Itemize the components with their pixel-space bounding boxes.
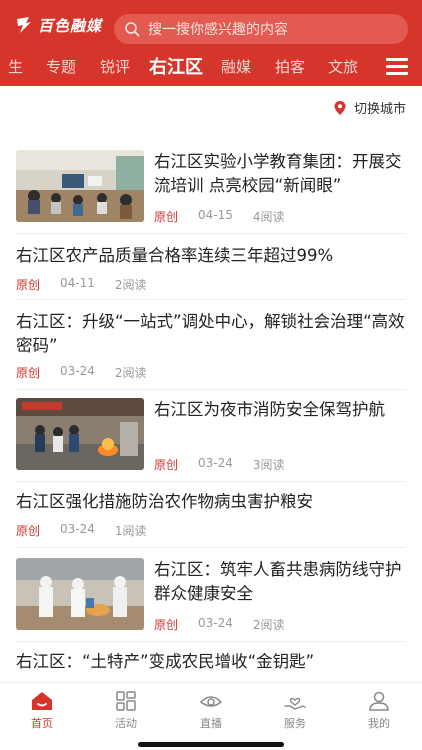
menu-icon[interactable] xyxy=(386,58,408,78)
city-switch-label: 切换城市 xyxy=(353,102,406,117)
news-item[interactable]: 右江区农产品质量合格率连续三年超过99% 原创 04-11 2阅读 xyxy=(16,238,406,300)
news-thumbnail xyxy=(16,150,144,222)
search-icon xyxy=(125,22,140,37)
news-title: 右江区：“土特产”变成农民增收“金钥匙” xyxy=(16,652,315,671)
news-date: 03-24 xyxy=(60,522,95,536)
city-switch[interactable]: 切换城市 xyxy=(334,98,406,117)
news-date: 04-15 xyxy=(198,208,233,222)
news-tag: 原创 xyxy=(154,458,179,472)
home-indicator xyxy=(138,742,284,747)
nav-label: 我的 xyxy=(368,717,390,730)
news-tag: 原创 xyxy=(16,524,41,538)
news-reads: 4阅读 xyxy=(252,210,285,224)
news-title: 右江区农产品质量合格率连续三年超过99% xyxy=(16,246,334,265)
news-meta: 原创 03-24 2阅读 xyxy=(154,616,285,633)
tab-photographer[interactable]: 拍客 xyxy=(275,56,305,77)
news-reads: 1阅读 xyxy=(114,524,147,538)
news-tag: 原创 xyxy=(16,366,41,380)
news-title: 右江区为夜市消防安全保驾护航 xyxy=(154,400,385,419)
news-date: 04-11 xyxy=(60,276,95,290)
tab-culture-travel[interactable]: 文旅 xyxy=(328,56,358,77)
tab-commentary[interactable]: 锐评 xyxy=(100,56,130,77)
news-reads: 3阅读 xyxy=(252,458,285,472)
news-item[interactable]: 右江区强化措施防治农作物病虫害护粮安 原创 03-24 1阅读 xyxy=(16,486,406,548)
tab-topics[interactable]: 专题 xyxy=(46,56,76,77)
news-meta: 原创 03-24 1阅读 xyxy=(16,522,147,539)
news-item[interactable]: 右江区为夜市消防安全保驾护航 原创 03-24 3阅读 xyxy=(16,396,406,482)
news-item[interactable]: 右江区：筑牢人畜共患病防线守护群众健康安全 原创 03-24 2阅读 xyxy=(16,556,406,642)
home-icon xyxy=(32,692,52,710)
news-item[interactable]: 右江区：“土特产”变成农民增收“金钥匙” xyxy=(16,648,406,682)
logo-icon xyxy=(17,17,31,33)
news-meta: 原创 04-11 2阅读 xyxy=(16,276,147,293)
tab-partial[interactable]: 生 xyxy=(8,56,23,77)
news-date: 03-24 xyxy=(60,364,95,378)
news-thumbnail xyxy=(16,558,144,630)
news-reads: 2阅读 xyxy=(114,366,147,380)
news-tag: 原创 xyxy=(154,210,179,224)
app-logo[interactable]: 百色融媒 xyxy=(14,14,102,36)
nav-live[interactable]: 直播 xyxy=(181,689,241,731)
news-date: 03-24 xyxy=(198,456,233,470)
search-bar[interactable]: 搜一搜你感兴趣的内容 xyxy=(114,14,408,44)
nav-label: 首页 xyxy=(31,717,53,730)
news-meta: 原创 03-24 3阅读 xyxy=(154,456,285,473)
news-item[interactable]: 右江区：升级“一站式”调处中心，解锁社会治理“高效密码” 原创 03-24 2阅… xyxy=(16,304,406,390)
news-tag: 原创 xyxy=(154,618,179,632)
person-icon xyxy=(369,691,389,711)
news-item[interactable]: 右江区实验小学教育集团：开展交流培训 点亮校园“新闻眼” 原创 04-15 4阅… xyxy=(16,148,406,234)
hand-heart-icon xyxy=(284,697,306,710)
grid-icon xyxy=(116,691,136,711)
logo-text: 百色融媒 xyxy=(38,16,103,35)
news-meta: 原创 03-24 2阅读 xyxy=(16,364,147,381)
nav-label: 直播 xyxy=(200,717,222,730)
nav-label: 服务 xyxy=(284,717,306,730)
location-pin-icon xyxy=(334,100,346,115)
tab-media[interactable]: 融媒 xyxy=(221,56,251,77)
news-tag: 原创 xyxy=(16,278,41,292)
news-title: 右江区：升级“一站式”调处中心，解锁社会治理“高效密码” xyxy=(16,312,405,355)
news-title: 右江区实验小学教育集团：开展交流培训 点亮校园“新闻眼” xyxy=(154,152,402,195)
channel-tabs: 生 专题 锐评 右江区 融媒 拍客 文旅 xyxy=(0,52,422,84)
nav-label: 活动 xyxy=(115,717,137,730)
news-reads: 2阅读 xyxy=(252,618,285,632)
app-header: 百色融媒 搜一搜你感兴趣的内容 生 专题 锐评 右江区 融媒 拍客 文旅 xyxy=(0,0,422,86)
search-placeholder: 搜一搜你感兴趣的内容 xyxy=(148,22,288,38)
nav-activities[interactable]: 活动 xyxy=(96,689,156,731)
news-title: 右江区：筑牢人畜共患病防线守护群众健康安全 xyxy=(154,560,402,603)
news-thumbnail xyxy=(16,398,144,470)
live-eye-icon xyxy=(199,696,223,707)
top-bar: 百色融媒 搜一搜你感兴趣的内容 xyxy=(0,0,422,46)
news-title: 右江区强化措施防治农作物病虫害护粮安 xyxy=(16,492,313,511)
bottom-nav: 首页 活动 直播 服务 我的 xyxy=(0,682,422,750)
news-reads: 2阅读 xyxy=(114,278,147,292)
nav-home[interactable]: 首页 xyxy=(12,689,72,731)
news-meta: 原创 04-15 4阅读 xyxy=(154,208,285,225)
nav-profile[interactable]: 我的 xyxy=(349,689,409,731)
nav-services[interactable]: 服务 xyxy=(265,689,325,731)
news-date: 03-24 xyxy=(198,616,233,630)
tab-youjiang[interactable]: 右江区 xyxy=(149,53,203,79)
